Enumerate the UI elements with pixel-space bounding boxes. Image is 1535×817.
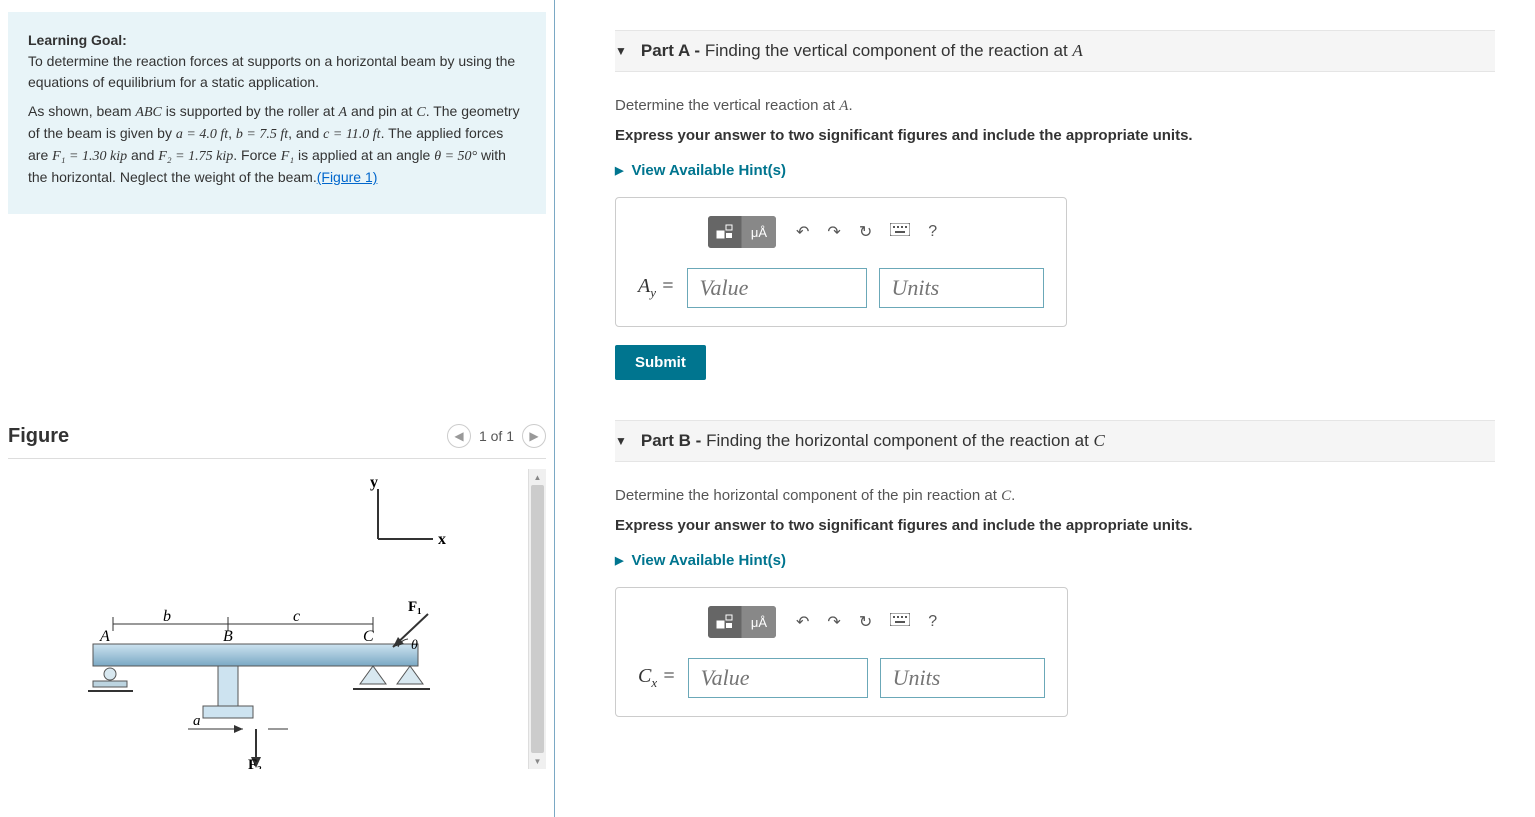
figure-scrollbar[interactable]: ▲ ▼ bbox=[528, 469, 546, 769]
special-chars-button[interactable]: μÅ bbox=[742, 606, 776, 638]
force-F2-label: F₂ bbox=[248, 757, 262, 769]
help-icon[interactable]: ? bbox=[928, 613, 937, 631]
scroll-thumb[interactable] bbox=[531, 485, 544, 753]
learning-goal-p1: To determine the reaction forces at supp… bbox=[28, 53, 515, 90]
scroll-up-icon[interactable]: ▲ bbox=[529, 469, 546, 485]
force-F1-label: F₁ bbox=[408, 599, 422, 615]
special-chars-button[interactable]: μÅ bbox=[742, 216, 776, 248]
part-A-value-input[interactable] bbox=[687, 268, 867, 308]
dim-a-label: a bbox=[193, 713, 201, 729]
part-B-section: ▼ Part B - Finding the horizontal compon… bbox=[615, 420, 1495, 735]
dim-b-label: b bbox=[163, 608, 171, 625]
learning-goal-p2: As shown, beam ABC is supported by the r… bbox=[28, 101, 526, 188]
undo-icon[interactable]: ↶ bbox=[796, 612, 809, 632]
reset-icon[interactable]: ↻ bbox=[859, 222, 872, 242]
part-B-hints-link[interactable]: ▶View Available Hint(s) bbox=[615, 552, 1495, 569]
part-A-section: ▼ Part A - Finding the vertical componen… bbox=[615, 30, 1495, 380]
expand-icon: ▶ bbox=[615, 164, 623, 177]
redo-icon[interactable]: ↷ bbox=[827, 222, 840, 242]
learning-goal-box: Learning Goal: To determine the reaction… bbox=[8, 12, 546, 214]
figure-link[interactable]: (Figure 1) bbox=[317, 169, 378, 185]
part-B-title: Part B - Finding the horizontal componen… bbox=[641, 431, 1105, 451]
part-B-units-input[interactable] bbox=[880, 658, 1045, 698]
part-A-var-label: Ay = bbox=[638, 275, 675, 301]
figure-pager-text: 1 of 1 bbox=[479, 428, 514, 444]
part-A-bold-instruction: Express your answer to two significant f… bbox=[615, 127, 1495, 144]
part-B-bold-instruction: Express your answer to two significant f… bbox=[615, 517, 1495, 534]
angle-theta-label: θ bbox=[411, 638, 418, 653]
point-A-label: A bbox=[99, 628, 110, 645]
part-A-instruction: Determine the vertical reaction at A. bbox=[615, 97, 1495, 115]
axis-x-label: x bbox=[438, 531, 446, 548]
dim-c-label: c bbox=[293, 608, 300, 625]
left-panel: Learning Goal: To determine the reaction… bbox=[0, 0, 555, 817]
figure-pager: ◀ 1 of 1 ▶ bbox=[447, 424, 546, 448]
part-B-value-input[interactable] bbox=[688, 658, 868, 698]
part-A-answer-box: μÅ ↶ ↷ ↻ ? Ay = bbox=[615, 197, 1067, 327]
part-B-instruction: Determine the horizontal component of th… bbox=[615, 487, 1495, 505]
figure-prev-button[interactable]: ◀ bbox=[447, 424, 471, 448]
redo-icon[interactable]: ↷ bbox=[827, 612, 840, 632]
help-icon[interactable]: ? bbox=[928, 223, 937, 241]
figure-title: Figure bbox=[8, 425, 69, 448]
part-A-units-input[interactable] bbox=[879, 268, 1044, 308]
keyboard-icon[interactable] bbox=[890, 223, 910, 241]
reset-icon[interactable]: ↻ bbox=[859, 612, 872, 632]
part-B-var-label: Cx = bbox=[638, 665, 676, 691]
part-A-submit-button[interactable]: Submit bbox=[615, 345, 706, 380]
part-B-answer-box: μÅ ↶ ↷ ↻ ? Cx = bbox=[615, 587, 1068, 717]
part-A-title: Part A - Finding the vertical component … bbox=[641, 41, 1083, 61]
answer-toolbar: μÅ ↶ ↷ ↻ ? bbox=[708, 606, 1045, 638]
answer-toolbar: μÅ ↶ ↷ ↻ ? bbox=[708, 216, 1044, 248]
learning-goal-title: Learning Goal: bbox=[28, 32, 127, 48]
right-panel: ▼ Part A - Finding the vertical componen… bbox=[555, 0, 1535, 817]
scroll-down-icon[interactable]: ▼ bbox=[529, 753, 546, 769]
point-C-label: C bbox=[363, 628, 374, 645]
undo-icon[interactable]: ↶ bbox=[796, 222, 809, 242]
template-button[interactable] bbox=[708, 216, 742, 248]
collapse-icon[interactable]: ▼ bbox=[615, 434, 627, 448]
expand-icon: ▶ bbox=[615, 554, 623, 567]
template-button[interactable] bbox=[708, 606, 742, 638]
figure-image: y x b c A bbox=[8, 469, 528, 769]
part-B-header[interactable]: ▼ Part B - Finding the horizontal compon… bbox=[615, 420, 1495, 462]
axis-y-label: y bbox=[370, 474, 378, 491]
figure-next-button[interactable]: ▶ bbox=[522, 424, 546, 448]
part-A-hints-link[interactable]: ▶View Available Hint(s) bbox=[615, 162, 1495, 179]
figure-section: Figure ◀ 1 of 1 ▶ y x bbox=[0, 424, 554, 769]
keyboard-icon[interactable] bbox=[890, 613, 910, 631]
point-B-label: B bbox=[223, 628, 233, 645]
collapse-icon[interactable]: ▼ bbox=[615, 44, 627, 58]
part-A-header[interactable]: ▼ Part A - Finding the vertical componen… bbox=[615, 30, 1495, 72]
